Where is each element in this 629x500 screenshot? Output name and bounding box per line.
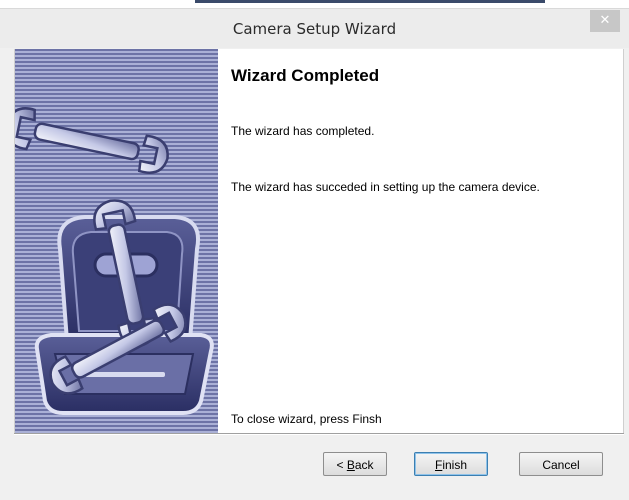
closing-hint: To close wizard, press Finsh (231, 412, 382, 426)
wizard-heading: Wizard Completed (231, 66, 380, 85)
back-button[interactable]: < Back (323, 452, 387, 476)
finish-label-rest: inish (442, 458, 468, 472)
window-title: Camera Setup Wizard (232, 20, 397, 38)
finish-button[interactable]: Finish (414, 452, 488, 476)
close-button[interactable]: ✕ (590, 10, 620, 32)
toolbox-wrenches-icon (15, 107, 214, 415)
back-prefix: < (336, 458, 347, 472)
background-window-strip (195, 0, 545, 3)
back-mnemonic: B (346, 458, 355, 472)
cancel-button[interactable]: Cancel (519, 452, 603, 476)
title-bar[interactable]: Camera Setup Wizard ✕ (0, 9, 629, 48)
close-icon: ✕ (599, 13, 611, 28)
button-separator (14, 433, 624, 435)
wizard-dialog: Camera Setup Wizard ✕ Wizard Completed T… (0, 8, 629, 500)
wizard-content: Wizard Completed The wizard has complete… (14, 49, 624, 433)
wizard-side-illustration (15, 49, 218, 433)
success-message: The wizard has succeded in setting up th… (231, 180, 540, 194)
back-label-rest: ack (354, 458, 374, 472)
wizard-message-pane: Wizard Completed The wizard has complete… (231, 49, 623, 433)
completion-message: The wizard has completed. (231, 124, 375, 138)
